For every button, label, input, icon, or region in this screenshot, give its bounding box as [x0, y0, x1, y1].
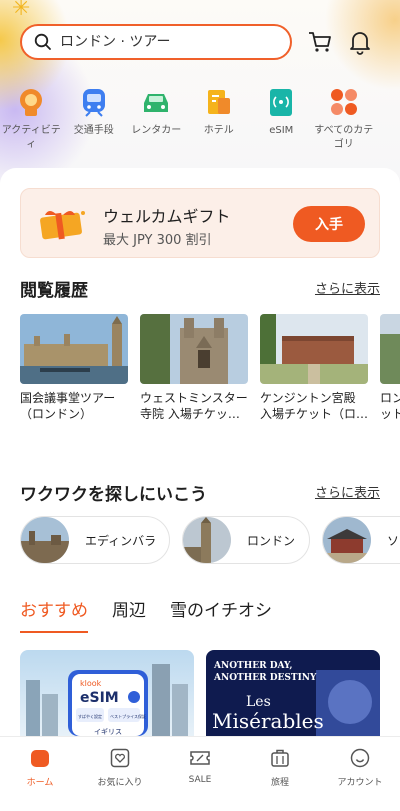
heart-icon — [109, 747, 131, 769]
nav-itinerary[interactable]: 旅程 — [240, 737, 320, 811]
search-icon — [34, 33, 51, 50]
notification-button[interactable] — [346, 28, 374, 56]
esim-icon — [265, 86, 297, 118]
history-list: 国会議事堂ツアー（ロンドン） ウェストミンスター寺院 入場チケッ… ケンジントン… — [20, 314, 400, 434]
les-miserables-promo-card[interactable]: ANOTHER DAY, ANOTHER DESTINY Les Misérab… — [206, 650, 380, 736]
cart-button[interactable] — [306, 28, 334, 56]
svg-text:すばやく設定: すばやく設定 — [78, 713, 102, 719]
esim-promo-card[interactable]: klook eSIM すばやく設定 ベストプライス保証 イギリス — [20, 650, 194, 736]
bottom-navigation: ホーム お気に入り SALE 旅程 アカウント — [0, 736, 400, 811]
activity-icon — [15, 86, 47, 118]
explore-title: ワクワクを探しにいこう — [20, 485, 207, 505]
svg-text:Les: Les — [246, 694, 271, 710]
all-categories-icon — [328, 86, 360, 118]
home-icon — [29, 747, 51, 769]
train-icon — [78, 86, 110, 118]
welcome-gift-banner[interactable]: ウェルカムギフト 最大 JPY 300 割引 入手 — [20, 188, 380, 258]
tab-recommended[interactable]: おすすめ — [20, 596, 88, 633]
quick-link-esim[interactable]: eSIM — [250, 82, 313, 162]
quick-link-car-rental[interactable]: レンタカー — [125, 82, 188, 162]
nav-home[interactable]: ホーム — [0, 737, 80, 811]
destination-pill[interactable]: エディンバラ — [20, 516, 170, 564]
search-input[interactable] — [60, 34, 260, 50]
edinburgh-thumbnail — [21, 517, 69, 563]
esim-promo-image: klook eSIM すばやく設定 ベストプライス保証 イギリス — [20, 650, 194, 736]
parliament-thumbnail — [20, 314, 128, 384]
bell-icon — [350, 32, 370, 55]
london-thumbnail — [183, 517, 231, 563]
svg-text:ANOTHER DAY,: ANOTHER DAY, — [213, 661, 292, 671]
westminster-abbey-thumbnail — [140, 314, 248, 384]
quick-link-all-categories[interactable]: すべてのカテゴリ — [313, 82, 376, 162]
sale-icon — [189, 747, 211, 769]
svg-text:ANOTHER DESTINY: ANOTHER DESTINY — [213, 673, 317, 683]
svg-text:klook: klook — [80, 679, 102, 688]
destination-list: エディンバラ ロンドン ソウル — [20, 516, 400, 564]
history-card[interactable]: 国会議事堂ツアー（ロンドン） — [20, 314, 128, 434]
history-card[interactable]: ウェストミンスター寺院 入場チケッ… — [140, 314, 248, 434]
seoul-thumbnail — [323, 517, 371, 563]
sparkle-icon: ✳ — [12, 0, 31, 21]
destination-pill[interactable]: ロンドン — [182, 516, 310, 564]
svg-text:イギリス: イギリス — [94, 728, 122, 736]
history-title: 閲覧履歴 — [20, 281, 88, 301]
svg-text:ベストプライス保証: ベストプライス保証 — [110, 713, 146, 719]
destination-pill[interactable]: ソウル — [322, 516, 400, 564]
welcome-subtitle: 最大 JPY 300 割引 — [103, 233, 212, 248]
cart-icon — [309, 32, 331, 52]
tab-snow-picks[interactable]: 雪のイチオシ — [170, 596, 272, 633]
quick-links: アクティビティ 交通手段 レンタカー ホテル eSIM すべてのカテゴリ — [0, 82, 400, 162]
nav-sale[interactable]: SALE — [160, 737, 240, 811]
welcome-title: ウェルカムギフト — [103, 207, 231, 226]
explore-more-link[interactable]: さらに表示 — [315, 482, 380, 501]
nav-account[interactable]: アカウント — [320, 737, 400, 811]
quick-link-hotel[interactable]: ホテル — [188, 82, 251, 162]
search-bar[interactable] — [20, 24, 292, 60]
gift-icon — [35, 207, 89, 245]
kensington-palace-thumbnail — [260, 314, 368, 384]
hotel-icon — [203, 86, 235, 118]
history-card[interactable]: ロンドン塔入場チケット — [380, 314, 400, 434]
history-card[interactable]: ケンジントン宮殿 入場チケット（ロ… — [260, 314, 368, 434]
car-icon — [140, 86, 172, 118]
account-icon — [349, 747, 371, 769]
quick-link-activity[interactable]: アクティビティ — [0, 82, 63, 162]
nav-favorites[interactable]: お気に入り — [80, 737, 160, 811]
suitcase-icon — [269, 747, 291, 769]
tower-of-london-thumbnail — [380, 314, 400, 384]
tab-nearby[interactable]: 周辺 — [112, 596, 146, 633]
feed-tabs: おすすめ 周辺 雪のイチオシ — [20, 596, 272, 633]
quick-link-transport[interactable]: 交通手段 — [63, 82, 126, 162]
svg-text:Misérables: Misérables — [212, 709, 324, 733]
history-more-link[interactable]: さらに表示 — [315, 278, 380, 297]
get-gift-button[interactable]: 入手 — [293, 206, 365, 242]
svg-text:eSIM: eSIM — [80, 690, 119, 706]
les-miserables-promo-image: ANOTHER DAY, ANOTHER DESTINY Les Misérab… — [206, 650, 380, 736]
